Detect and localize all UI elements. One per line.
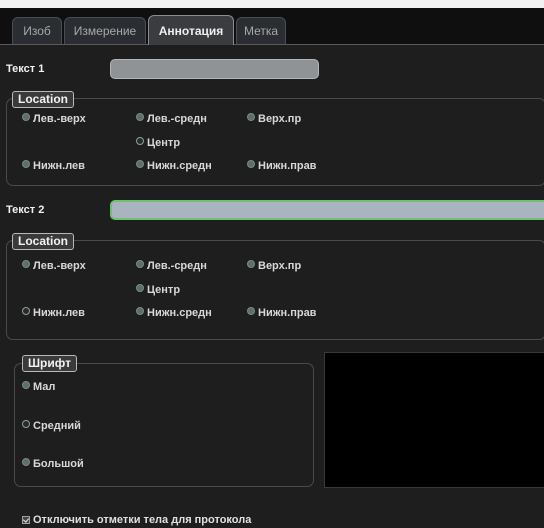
radio-label: Нижн.прав xyxy=(258,160,317,172)
radio-dot-icon xyxy=(247,160,255,168)
font-preview-box xyxy=(324,352,544,488)
radio-label: Верх.пр xyxy=(258,260,302,272)
radio-dot-icon xyxy=(247,113,255,121)
font-radio-small[interactable]: Мал xyxy=(22,381,55,393)
radio-label: Центр xyxy=(147,284,181,296)
font-radio-medium[interactable]: Средний xyxy=(22,420,81,432)
radio-label: Мал xyxy=(33,381,56,393)
tab-measurement[interactable]: Измерение xyxy=(64,17,146,44)
font-radio-large[interactable]: Большой xyxy=(22,458,84,470)
radio-label: Нижн.лев xyxy=(33,160,85,172)
location-group-1 xyxy=(6,98,544,186)
location2-radio-left-middle[interactable]: Лев.-средн xyxy=(136,260,207,272)
radio-dot-icon xyxy=(136,307,144,315)
checkbox-label: Отключить отметки тела для протокола xyxy=(33,514,252,526)
location-group-1-legend: Location xyxy=(12,91,74,108)
radio-label: Нижн.средн xyxy=(147,307,212,319)
radio-dot-icon xyxy=(22,458,30,466)
tab-annotation[interactable]: Аннотация xyxy=(148,15,234,45)
radio-label: Лев.-верх xyxy=(33,113,86,125)
location2-radio-bottom-middle[interactable]: Нижн.средн xyxy=(136,307,212,319)
radio-dot-icon xyxy=(247,260,255,268)
radio-dot-icon xyxy=(22,307,30,315)
checkbox-checked-icon[interactable] xyxy=(22,516,30,524)
location1-radio-left-middle[interactable]: Лев.-средн xyxy=(136,113,207,125)
location1-radio-bottom-left[interactable]: Нижн.лев xyxy=(22,160,85,172)
radio-label: Нижн.средн xyxy=(147,160,212,172)
radio-label: Лев.-верх xyxy=(33,260,86,272)
text2-input[interactable] xyxy=(110,200,544,220)
font-group-legend: Шрифт xyxy=(22,355,77,372)
radio-dot-icon xyxy=(22,113,30,121)
radio-label: Нижн.лев xyxy=(33,307,85,319)
location-group-2 xyxy=(6,240,544,340)
location1-radio-top-right[interactable]: Верх.пр xyxy=(247,113,301,125)
top-strip xyxy=(0,0,544,8)
radio-label: Лев.-средн xyxy=(147,113,207,125)
radio-dot-icon xyxy=(22,260,30,268)
radio-dot-icon xyxy=(247,307,255,315)
location-group-2-legend: Location xyxy=(12,233,74,250)
location2-radio-top-right[interactable]: Верх.пр xyxy=(247,260,301,272)
radio-label: Верх.пр xyxy=(258,113,302,125)
location1-radio-center[interactable]: Центр xyxy=(136,137,180,149)
text1-label: Текст 1 xyxy=(6,63,45,75)
radio-label: Нижн.прав xyxy=(258,307,317,319)
protocol-bodymark-checkbox[interactable]: Отключить отметки тела для протокола xyxy=(22,514,251,526)
radio-label: Средний xyxy=(33,420,81,432)
radio-dot-icon xyxy=(136,137,144,145)
location2-radio-bottom-left[interactable]: Нижн.лев xyxy=(22,307,85,319)
tab-label[interactable]: Метка xyxy=(236,17,286,44)
tab-bar: Изоб Измерение Аннотация Метка xyxy=(0,8,544,45)
radio-dot-icon xyxy=(136,284,144,292)
text2-label: Текст 2 xyxy=(6,204,45,216)
text1-input[interactable] xyxy=(110,59,319,79)
radio-dot-icon xyxy=(136,260,144,268)
location1-radio-left-top[interactable]: Лев.-верх xyxy=(22,113,86,125)
radio-dot-icon xyxy=(22,160,30,168)
radio-dot-icon xyxy=(136,113,144,121)
radio-label: Лев.-средн xyxy=(147,260,207,272)
location1-radio-bottom-right[interactable]: Нижн.прав xyxy=(247,160,316,172)
location2-radio-center[interactable]: Центр xyxy=(136,284,180,296)
radio-label: Центр xyxy=(147,137,181,149)
radio-label: Большой xyxy=(33,458,84,470)
radio-dot-icon xyxy=(136,160,144,168)
location1-radio-bottom-middle[interactable]: Нижн.средн xyxy=(136,160,212,172)
tab-image[interactable]: Изоб xyxy=(12,17,62,44)
radio-dot-icon xyxy=(22,420,30,428)
location2-radio-bottom-right[interactable]: Нижн.прав xyxy=(247,307,316,319)
location2-radio-left-top[interactable]: Лев.-верх xyxy=(22,260,86,272)
radio-dot-icon xyxy=(22,381,30,389)
